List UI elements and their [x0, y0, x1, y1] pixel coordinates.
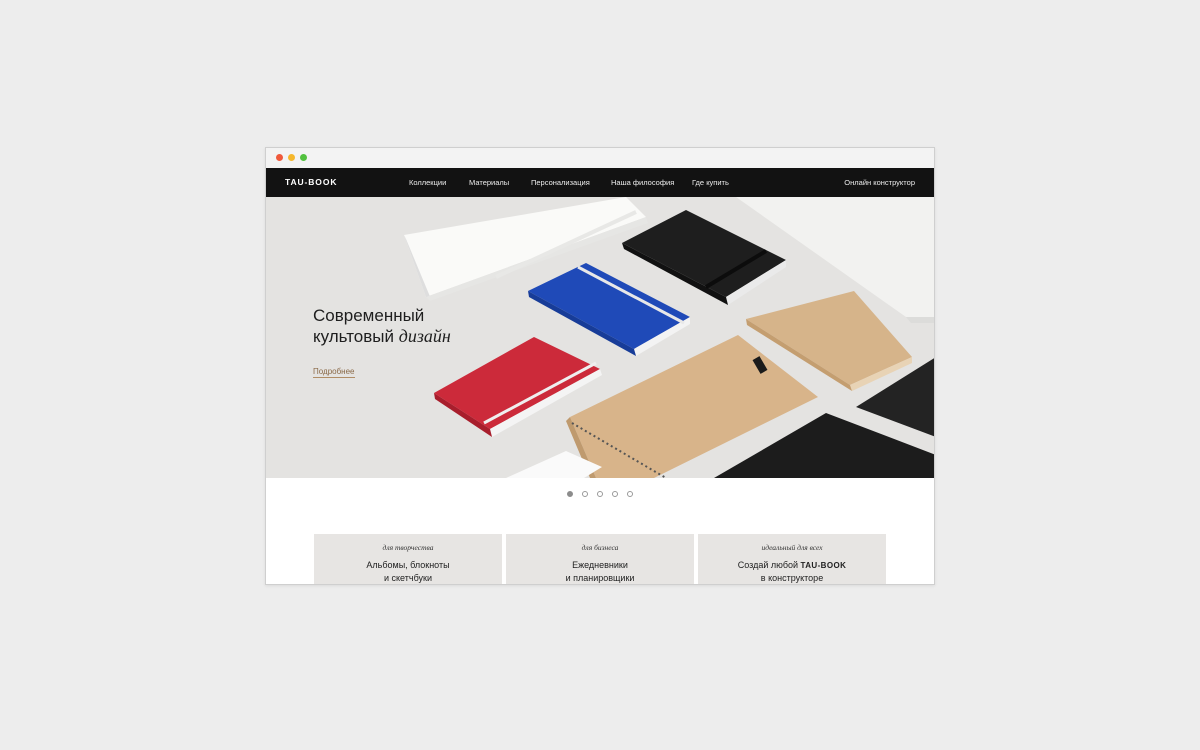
hero-title: Современный культовый дизайн	[313, 305, 451, 347]
card-title-line-2: и скетчбуки	[383, 573, 432, 583]
minimize-dot-icon[interactable]	[288, 154, 295, 161]
card-title-line-2: в конструкторе	[760, 573, 824, 583]
maximize-dot-icon[interactable]	[300, 154, 307, 161]
card-tag: для бизнеса	[581, 543, 619, 552]
card-title-prefix: Создай любой	[737, 560, 801, 570]
close-dot-icon[interactable]	[276, 154, 283, 161]
category-card-business[interactable]: для бизнеса Ежедневники и планировщики	[506, 534, 694, 584]
nav-item-materials[interactable]: Материалы	[469, 178, 509, 187]
card-title: Альбомы, блокноты и скетчбуки	[314, 559, 502, 584]
card-title-line-1: Альбомы, блокноты	[366, 560, 450, 570]
nav-item-where-to-buy[interactable]: Где купить	[692, 178, 729, 187]
hero-title-line-2-plain: культовый	[313, 327, 399, 346]
card-title-line-2: и планировщики	[565, 573, 635, 583]
slider-pagination	[266, 491, 934, 501]
category-card-constructor[interactable]: идеальный для всех Создай любой TAU-BOOK…	[698, 534, 886, 584]
slider-dot-4[interactable]	[612, 491, 618, 497]
window-titlebar	[266, 148, 934, 168]
slider-dot-3[interactable]	[597, 491, 603, 497]
hero-more-link[interactable]: Подробнее	[313, 367, 355, 378]
online-constructor-link[interactable]: Онлайн конструктор	[844, 178, 915, 187]
nav-item-personalization[interactable]: Персонализация	[531, 178, 590, 187]
browser-window: TAU-BOOK Коллекции Материалы Персонализа…	[265, 147, 935, 585]
card-tag: идеальный для всех	[761, 543, 823, 552]
category-card-creative[interactable]: для творчества Альбомы, блокноты и скетч…	[314, 534, 502, 584]
slider-dot-5[interactable]	[627, 491, 633, 497]
slider-dot-2[interactable]	[582, 491, 588, 497]
site-navbar: TAU-BOOK Коллекции Материалы Персонализа…	[266, 168, 934, 197]
card-tag: для творчества	[382, 543, 434, 552]
hero-title-accent: дизайн	[398, 326, 451, 346]
slider-dot-1[interactable]	[567, 491, 573, 497]
hero-banner: Современный культовый дизайн Подробнее	[266, 197, 934, 478]
nav-item-collections[interactable]: Коллекции	[409, 178, 446, 187]
card-title-line-1: Создай любой TAU-BOOK	[698, 559, 886, 572]
hero-title-line-2: культовый дизайн	[313, 326, 451, 347]
card-title: Создай любой TAU-BOOK в конструкторе	[698, 559, 886, 584]
card-title-line-1: Ежедневники	[572, 560, 628, 570]
nav-item-philosophy[interactable]: Наша философия	[611, 178, 674, 187]
card-title-brand: TAU-BOOK	[800, 561, 847, 570]
site-logo[interactable]: TAU-BOOK	[285, 177, 337, 187]
card-title: Ежедневники и планировщики	[506, 559, 694, 584]
hero-title-line-1: Современный	[313, 306, 425, 325]
